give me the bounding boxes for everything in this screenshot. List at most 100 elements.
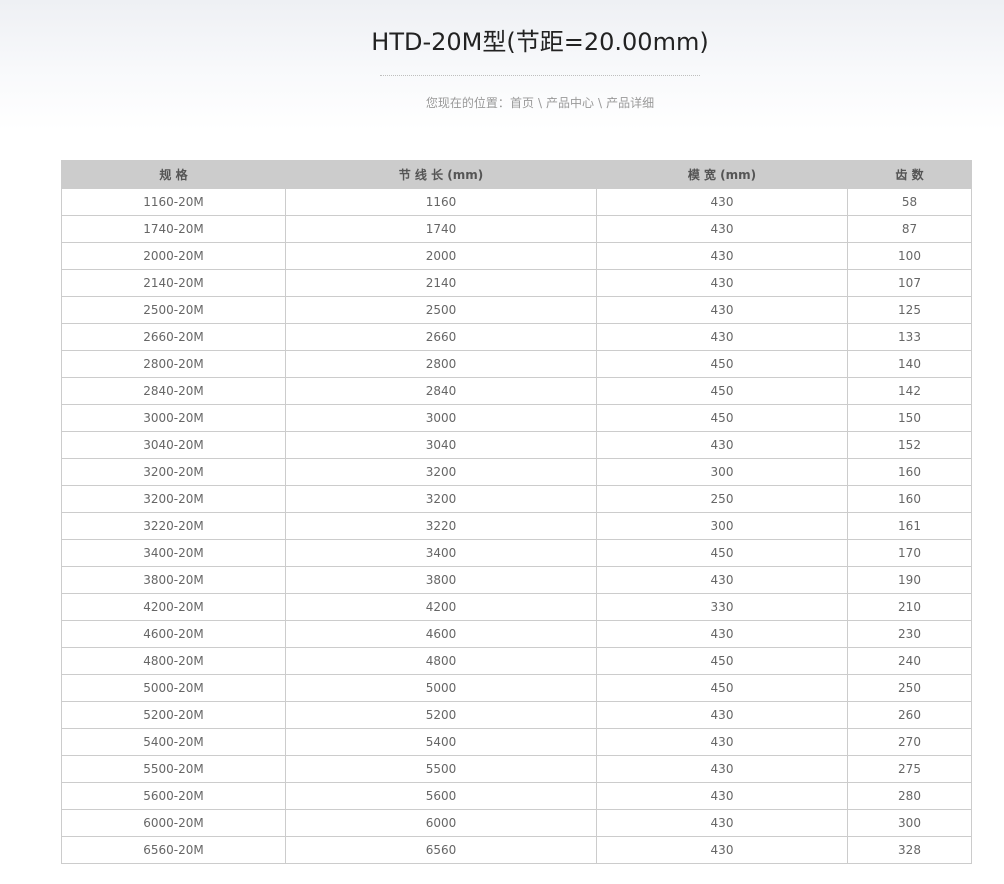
cell-pitch-length: 3400 <box>285 539 597 567</box>
table-row: 5600-20M 5600 430 280 <box>61 782 972 810</box>
cell-pitch-length: 5600 <box>285 782 597 810</box>
cell-width: 300 <box>596 458 848 486</box>
cell-teeth: 190 <box>847 566 972 594</box>
cell-width: 450 <box>596 674 848 702</box>
cell-spec: 4200-20M <box>61 593 286 621</box>
table-row: 3040-20M 3040 430 152 <box>61 431 972 459</box>
cell-pitch-length: 6560 <box>285 836 597 864</box>
cell-spec: 5600-20M <box>61 782 286 810</box>
cell-teeth: 210 <box>847 593 972 621</box>
cell-teeth: 270 <box>847 728 972 756</box>
breadcrumb-category-link[interactable]: 产品中心 <box>546 96 594 110</box>
cell-teeth: 160 <box>847 485 972 513</box>
cell-pitch-length: 2660 <box>285 323 597 351</box>
table-row: 4800-20M 4800 450 240 <box>61 647 972 675</box>
table-row: 5400-20M 5400 430 270 <box>61 728 972 756</box>
table-row: 6560-20M 6560 430 328 <box>61 836 972 864</box>
cell-width: 430 <box>596 215 848 243</box>
cell-spec: 2660-20M <box>61 323 286 351</box>
cell-teeth: 230 <box>847 620 972 648</box>
cell-teeth: 160 <box>847 458 972 486</box>
breadcrumb: 您现在的位置：首页 \ 产品中心 \ 产品详细 <box>0 95 1004 111</box>
table-row: 1160-20M 1160 430 58 <box>61 188 972 216</box>
table-row: 1740-20M 1740 430 87 <box>61 215 972 243</box>
table-row: 2140-20M 2140 430 107 <box>61 269 972 297</box>
table-row: 3400-20M 3400 450 170 <box>61 539 972 567</box>
cell-width: 430 <box>596 620 848 648</box>
cell-teeth: 87 <box>847 215 972 243</box>
header-pitch-length: 节 线 长 (mm) <box>285 160 597 189</box>
cell-width: 300 <box>596 512 848 540</box>
cell-spec: 2000-20M <box>61 242 286 270</box>
breadcrumb-home-link[interactable]: 首页 <box>510 96 534 110</box>
cell-width: 430 <box>596 269 848 297</box>
cell-teeth: 260 <box>847 701 972 729</box>
cell-pitch-length: 3200 <box>285 485 597 513</box>
cell-pitch-length: 2140 <box>285 269 597 297</box>
cell-teeth: 140 <box>847 350 972 378</box>
cell-width: 430 <box>596 809 848 837</box>
breadcrumb-separator: \ <box>598 96 603 110</box>
cell-pitch-length: 1740 <box>285 215 597 243</box>
table-row: 3200-20M 3200 250 160 <box>61 485 972 513</box>
cell-width: 430 <box>596 296 848 324</box>
table-row: 5200-20M 5200 430 260 <box>61 701 972 729</box>
cell-width: 250 <box>596 485 848 513</box>
cell-width: 450 <box>596 404 848 432</box>
cell-spec: 3200-20M <box>61 458 286 486</box>
spec-table: 规 格 节 线 长 (mm) 模 宽 (mm) 齿 数 1160-20M 1160… <box>61 160 972 864</box>
cell-pitch-length: 4600 <box>285 620 597 648</box>
cell-teeth: 328 <box>847 836 972 864</box>
cell-pitch-length: 2800 <box>285 350 597 378</box>
page-title: HTD-20M型(节距=20.00mm) <box>371 28 709 56</box>
cell-pitch-length: 2000 <box>285 242 597 270</box>
cell-spec: 1160-20M <box>61 188 286 216</box>
header-width: 模 宽 (mm) <box>596 160 848 189</box>
cell-pitch-length: 6000 <box>285 809 597 837</box>
cell-teeth: 250 <box>847 674 972 702</box>
cell-spec: 2500-20M <box>61 296 286 324</box>
cell-pitch-length: 5000 <box>285 674 597 702</box>
cell-width: 450 <box>596 539 848 567</box>
cell-teeth: 152 <box>847 431 972 459</box>
breadcrumb-current-link[interactable]: 产品详细 <box>606 96 654 110</box>
cell-teeth: 133 <box>847 323 972 351</box>
cell-pitch-length: 5500 <box>285 755 597 783</box>
table-row: 4200-20M 4200 330 210 <box>61 593 972 621</box>
cell-width: 430 <box>596 755 848 783</box>
cell-spec: 5000-20M <box>61 674 286 702</box>
spec-table-body: 1160-20M 1160 430 58 1740-20M 1740 430 87 2000-2… <box>61 188 972 864</box>
table-row: 2840-20M 2840 450 142 <box>61 377 972 405</box>
cell-teeth: 275 <box>847 755 972 783</box>
cell-teeth: 125 <box>847 296 972 324</box>
table-row: 5000-20M 5000 450 250 <box>61 674 972 702</box>
cell-spec: 3000-20M <box>61 404 286 432</box>
header-spec: 规 格 <box>61 160 286 189</box>
cell-pitch-length: 2840 <box>285 377 597 405</box>
cell-teeth: 300 <box>847 809 972 837</box>
cell-spec: 1740-20M <box>61 215 286 243</box>
title-divider <box>380 75 700 76</box>
cell-teeth: 170 <box>847 539 972 567</box>
cell-spec: 5400-20M <box>61 728 286 756</box>
cell-width: 430 <box>596 431 848 459</box>
table-row: 2500-20M 2500 430 125 <box>61 296 972 324</box>
table-header-row: 规 格 节 线 长 (mm) 模 宽 (mm) 齿 数 <box>61 160 972 189</box>
cell-pitch-length: 3000 <box>285 404 597 432</box>
cell-width: 430 <box>596 836 848 864</box>
cell-teeth: 280 <box>847 782 972 810</box>
cell-spec: 3220-20M <box>61 512 286 540</box>
cell-width: 430 <box>596 242 848 270</box>
cell-pitch-length: 3040 <box>285 431 597 459</box>
cell-pitch-length: 3200 <box>285 458 597 486</box>
cell-width: 450 <box>596 647 848 675</box>
table-row: 3800-20M 3800 430 190 <box>61 566 972 594</box>
table-row: 6000-20M 6000 430 300 <box>61 809 972 837</box>
table-row: 5500-20M 5500 430 275 <box>61 755 972 783</box>
table-row: 2800-20M 2800 450 140 <box>61 350 972 378</box>
cell-spec: 3800-20M <box>61 566 286 594</box>
table-row: 3200-20M 3200 300 160 <box>61 458 972 486</box>
cell-pitch-length: 4200 <box>285 593 597 621</box>
cell-width: 450 <box>596 377 848 405</box>
cell-teeth: 150 <box>847 404 972 432</box>
